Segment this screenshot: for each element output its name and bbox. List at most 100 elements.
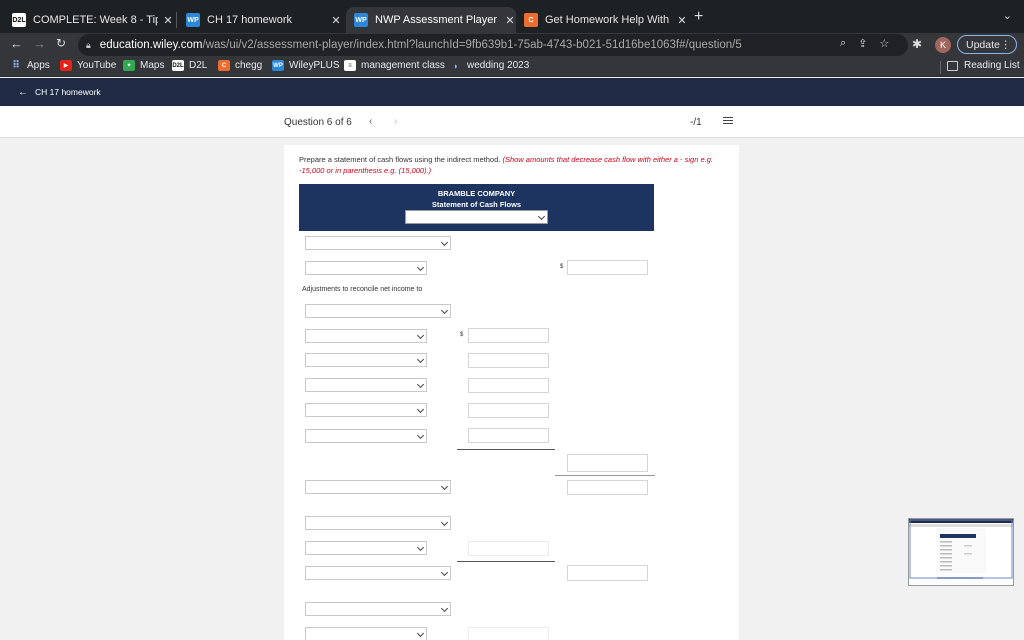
line-item-select[interactable] bbox=[305, 566, 451, 580]
amount-input[interactable] bbox=[567, 454, 648, 472]
question-list-icon[interactable] bbox=[723, 117, 733, 126]
line-item-select[interactable] bbox=[305, 304, 451, 318]
line-item-select[interactable] bbox=[305, 429, 427, 443]
line-item-select[interactable] bbox=[305, 627, 427, 640]
share-icon[interactable]: ⇪ bbox=[858, 37, 867, 50]
chevron-down-icon bbox=[416, 405, 425, 414]
amount-input[interactable] bbox=[468, 328, 549, 343]
question-position: Question 6 of 6 bbox=[284, 117, 352, 128]
amount-input[interactable] bbox=[468, 541, 549, 556]
bookmarks-separator bbox=[940, 61, 941, 74]
line-item-select[interactable] bbox=[305, 602, 451, 616]
amount-input[interactable] bbox=[468, 428, 549, 443]
close-tab-icon[interactable]: ✕ bbox=[330, 14, 342, 27]
update-button[interactable]: Update ⋮ bbox=[957, 35, 1017, 54]
zoom-icon[interactable]: ⌕ bbox=[840, 37, 846, 50]
line-item-select[interactable] bbox=[305, 516, 451, 530]
bookmark-maps[interactable]: ✦ Maps bbox=[123, 60, 164, 71]
amount-input[interactable] bbox=[468, 353, 549, 368]
adjustments-label: Adjustments to reconcile net income to bbox=[302, 286, 423, 293]
line-item-select[interactable] bbox=[305, 378, 427, 392]
tab-search-chevron-icon[interactable]: ⌄ bbox=[1003, 9, 1012, 22]
amount-input[interactable] bbox=[468, 378, 549, 393]
maps-icon: ✦ bbox=[123, 60, 135, 71]
currency-symbol: $ bbox=[560, 264, 564, 270]
chevron-down-icon bbox=[440, 238, 449, 247]
line-item-select[interactable] bbox=[305, 403, 427, 417]
amount-input[interactable] bbox=[567, 260, 648, 275]
close-tab-icon[interactable]: ✕ bbox=[504, 14, 516, 27]
next-question-chevron-icon[interactable]: › bbox=[394, 116, 397, 127]
subtotal-rule bbox=[555, 475, 655, 476]
line-item-select[interactable] bbox=[305, 353, 427, 367]
back-arrow-icon[interactable]: ← bbox=[10, 36, 23, 51]
question-card: Prepare a statement of cash flows using … bbox=[284, 145, 739, 640]
statement-title: Statement of Cash Flows bbox=[431, 200, 522, 209]
page-thumbnail[interactable] bbox=[908, 518, 1014, 586]
amount-input[interactable] bbox=[567, 565, 648, 581]
bookmark-star-icon[interactable]: ☆ bbox=[879, 37, 889, 50]
currency-symbol: $ bbox=[460, 332, 464, 338]
chevron-down-icon bbox=[440, 518, 449, 527]
chevron-down-icon bbox=[416, 380, 425, 389]
chegg-icon: C bbox=[218, 60, 230, 71]
chevron-down-icon bbox=[416, 263, 425, 272]
forward-arrow-icon[interactable]: → bbox=[33, 36, 46, 51]
chegg-icon: C bbox=[524, 13, 538, 27]
apps-grid-icon: ⠿ bbox=[12, 60, 20, 71]
bookmark-wileyplus[interactable]: WP WileyPLUS bbox=[272, 60, 340, 71]
chevron-down-icon bbox=[440, 568, 449, 577]
chevron-down-icon bbox=[440, 306, 449, 315]
tab-separator bbox=[176, 12, 177, 28]
extensions-puzzle-icon[interactable]: ✱ bbox=[912, 37, 922, 51]
line-item-select[interactable] bbox=[305, 541, 427, 555]
close-tab-icon[interactable]: ✕ bbox=[162, 14, 174, 27]
browser-tab-strip: D2L COMPLETE: Week 8 - Tip #7 C ✕ WP CH … bbox=[0, 0, 1024, 33]
bookmark-chegg[interactable]: C chegg bbox=[218, 60, 262, 71]
address-bar-actions: ⌕ ⇪ ☆ bbox=[840, 37, 889, 50]
chevron-down-icon bbox=[416, 543, 425, 552]
browser-tab-ch17[interactable]: WP CH 17 homework ✕ bbox=[178, 7, 342, 33]
wileyplus-icon: WP bbox=[272, 60, 284, 71]
back-to-assignment-link[interactable]: ← CH 17 homework bbox=[0, 78, 1024, 106]
chevron-down-icon bbox=[440, 482, 449, 491]
browser-tab-d2l[interactable]: D2L COMPLETE: Week 8 - Tip #7 C ✕ bbox=[4, 7, 174, 33]
bookmark-icon: ◗ bbox=[453, 60, 459, 71]
browser-toolbar: ← → ↻ 🔒︎ education.wiley.com/was/ui/v2/a… bbox=[0, 33, 1024, 57]
back-arrow-icon: ← bbox=[18, 86, 28, 98]
more-menu-icon[interactable]: ⋮ bbox=[1001, 39, 1012, 51]
browser-tab-chegg[interactable]: C Get Homework Help With Che ✕ bbox=[516, 7, 688, 33]
line-item-select[interactable] bbox=[305, 480, 451, 494]
line-item-select[interactable] bbox=[305, 261, 427, 275]
company-name: BRAMBLE COMPANY bbox=[437, 189, 516, 198]
line-item-select[interactable] bbox=[305, 236, 451, 250]
bookmark-d2l[interactable]: D2L D2L bbox=[172, 60, 207, 71]
bookmark-apps[interactable]: ⠿ Apps bbox=[10, 60, 50, 71]
reading-list-icon bbox=[947, 60, 958, 71]
bookmark-youtube[interactable]: ▶ YouTube bbox=[60, 60, 116, 71]
youtube-icon: ▶ bbox=[60, 60, 72, 71]
amount-input[interactable] bbox=[468, 403, 549, 418]
new-tab-plus-icon[interactable]: + bbox=[694, 8, 703, 26]
amount-input[interactable] bbox=[468, 627, 549, 640]
reload-icon[interactable]: ↻ bbox=[56, 36, 66, 50]
bookmark-management-class[interactable]: ≡ management class bbox=[344, 60, 445, 71]
page-thumbnail-preview bbox=[909, 519, 1013, 585]
chevron-down-icon bbox=[537, 212, 546, 221]
profile-avatar[interactable]: K bbox=[935, 37, 951, 53]
previous-question-chevron-icon[interactable]: ‹ bbox=[369, 116, 372, 127]
bookmark-wedding-2023[interactable]: ◗ wedding 2023 bbox=[450, 60, 529, 71]
chevron-down-icon bbox=[416, 355, 425, 364]
chevron-down-icon bbox=[440, 604, 449, 613]
wileyplus-icon: WP bbox=[354, 13, 368, 27]
bookmarks-bar: ⠿ Apps ▶ YouTube ✦ Maps D2L D2L C chegg … bbox=[0, 57, 1024, 77]
line-item-select[interactable] bbox=[305, 329, 427, 343]
subtotal-rule bbox=[457, 449, 555, 450]
chevron-down-icon bbox=[416, 331, 425, 340]
address-bar[interactable]: 🔒︎ education.wiley.com/was/ui/v2/assessm… bbox=[78, 34, 908, 56]
amount-input[interactable] bbox=[567, 480, 648, 495]
reading-list-button[interactable]: Reading List bbox=[947, 60, 1020, 71]
close-tab-icon[interactable]: ✕ bbox=[676, 14, 688, 27]
period-select[interactable] bbox=[405, 210, 548, 224]
browser-tab-nwp-active[interactable]: WP NWP Assessment Player UI Ap ✕ bbox=[346, 7, 516, 33]
